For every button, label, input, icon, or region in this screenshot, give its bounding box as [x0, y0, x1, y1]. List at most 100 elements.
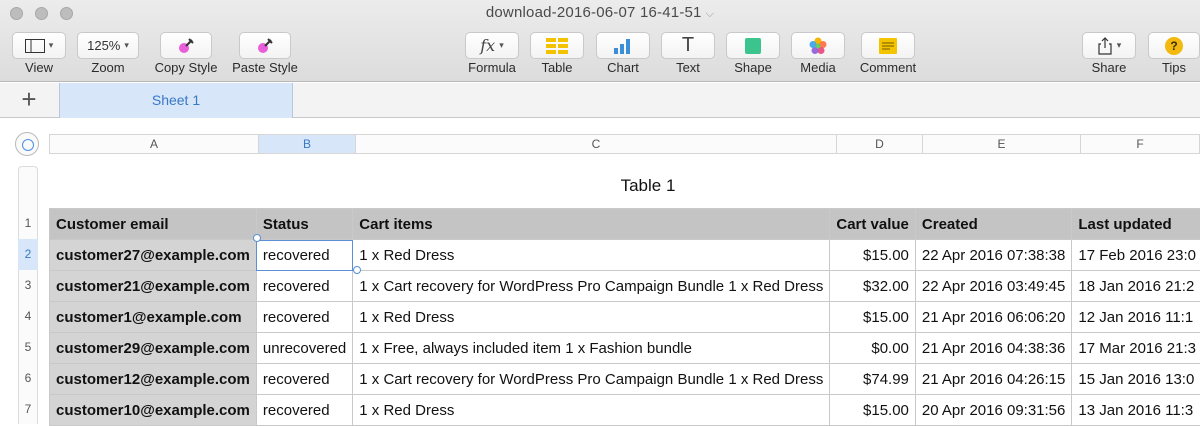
zoom-value: 125%: [87, 38, 120, 53]
tips-label: Tips: [1147, 60, 1200, 75]
header-cell-last-updated[interactable]: Last updated: [1072, 209, 1200, 240]
cell-email[interactable]: customer10@example.com: [50, 395, 257, 426]
cell-last-updated[interactable]: 17 Feb 2016 23:0: [1072, 240, 1200, 271]
table-header-row: Customer email Status Cart items Cart va…: [50, 209, 1200, 240]
comment-button[interactable]: Comment: [853, 32, 923, 75]
zoom-label: Zoom: [77, 60, 139, 75]
cell-cart-value[interactable]: $15.00: [830, 395, 916, 426]
cell-created[interactable]: 21 Apr 2016 06:06:20: [915, 302, 1071, 333]
cell-cart-items[interactable]: 1 x Free, always included item 1 x Fashi…: [353, 333, 830, 364]
table-button[interactable]: Table: [530, 32, 584, 75]
cell-status-selected[interactable]: recovered: [256, 240, 352, 271]
cell-status[interactable]: recovered: [256, 271, 352, 302]
cell-created[interactable]: 20 Apr 2016 09:31:56: [915, 395, 1071, 426]
cell-email[interactable]: customer1@example.com: [50, 302, 257, 333]
column-header-c[interactable]: C: [356, 135, 837, 153]
cell-created[interactable]: 22 Apr 2016 03:49:45: [915, 271, 1071, 302]
text-icon: T: [682, 34, 694, 57]
window-toolbar: download-2016-06-07 16-41-51 ⌵ ▾ View 125…: [0, 0, 1200, 82]
bar-chart-icon: [612, 38, 634, 54]
cell-email[interactable]: customer12@example.com: [50, 364, 257, 395]
eyedropper-fill-icon: [256, 37, 274, 55]
header-cell-created[interactable]: Created: [915, 209, 1071, 240]
media-label: Media: [791, 60, 845, 75]
copy-style-button[interactable]: Copy Style: [150, 32, 222, 75]
cell-status[interactable]: recovered: [256, 364, 352, 395]
column-header-b[interactable]: B: [259, 135, 356, 153]
formula-button[interactable]: fx ▾ Formula: [464, 32, 520, 75]
selection-handle-top-left[interactable]: [253, 234, 261, 242]
cell-cart-value[interactable]: $0.00: [830, 333, 916, 364]
column-header-e[interactable]: E: [923, 135, 1081, 153]
cell-cart-items[interactable]: 1 x Cart recovery for WordPress Pro Camp…: [353, 271, 830, 302]
row-header-1[interactable]: 1: [18, 216, 38, 230]
cell-cart-items[interactable]: 1 x Red Dress: [353, 240, 830, 271]
row-header-4[interactable]: 4: [18, 309, 38, 323]
chevron-down-icon: ⌵: [706, 8, 715, 20]
cell-status[interactable]: unrecovered: [256, 333, 352, 364]
cell-email[interactable]: customer29@example.com: [50, 333, 257, 364]
row-header-3[interactable]: 3: [18, 278, 38, 292]
share-button[interactable]: ▾ Share: [1082, 32, 1136, 75]
cell-created[interactable]: 22 Apr 2016 07:38:38: [915, 240, 1071, 271]
column-header-d[interactable]: D: [837, 135, 923, 153]
table-row: customer12@example.com recovered 1 x Car…: [50, 364, 1200, 395]
comment-label: Comment: [853, 60, 923, 75]
selection-handle-bottom-right[interactable]: [353, 266, 361, 274]
row-header-6[interactable]: 6: [18, 371, 38, 385]
text-button[interactable]: T Text: [661, 32, 715, 75]
cell-cart-items[interactable]: 1 x Red Dress: [353, 302, 830, 333]
document-title[interactable]: download-2016-06-07 16-41-51 ⌵: [0, 4, 1200, 21]
column-header-a[interactable]: A: [50, 135, 259, 153]
header-cell-customer-email[interactable]: Customer email: [50, 209, 257, 240]
cell-last-updated[interactable]: 13 Jan 2016 11:3: [1072, 395, 1200, 426]
view-sidebar-icon: [25, 39, 45, 53]
tips-button[interactable]: ? Tips: [1147, 32, 1200, 75]
cell-cart-items[interactable]: 1 x Red Dress: [353, 395, 830, 426]
row-header-7[interactable]: 7: [18, 402, 38, 416]
header-cell-cart-value[interactable]: Cart value: [830, 209, 916, 240]
shape-button[interactable]: Shape: [726, 32, 780, 75]
cell-status[interactable]: recovered: [256, 395, 352, 426]
cell-cart-value[interactable]: $74.99: [830, 364, 916, 395]
chart-button[interactable]: Chart: [596, 32, 650, 75]
cell-email[interactable]: customer21@example.com: [50, 271, 257, 302]
header-cell-cart-items[interactable]: Cart items: [353, 209, 830, 240]
cell-created[interactable]: 21 Apr 2016 04:38:36: [915, 333, 1071, 364]
media-button[interactable]: Media: [791, 32, 845, 75]
cell-status[interactable]: recovered: [256, 302, 352, 333]
view-button[interactable]: ▾ View: [12, 32, 66, 75]
view-label: View: [12, 60, 66, 75]
formula-label: Formula: [464, 60, 520, 75]
paste-style-button[interactable]: Paste Style: [228, 32, 302, 75]
cell-created[interactable]: 21 Apr 2016 04:26:15: [915, 364, 1071, 395]
row-header-5[interactable]: 5: [18, 340, 38, 354]
document-title-text: download-2016-06-07 16-41-51: [486, 4, 702, 21]
cell-last-updated[interactable]: 15 Jan 2016 13:0: [1072, 364, 1200, 395]
header-cell-status[interactable]: Status: [256, 209, 352, 240]
tab-sheet-1[interactable]: Sheet 1: [59, 83, 293, 118]
row-header-2[interactable]: 2: [18, 239, 38, 270]
eyedropper-icon: [177, 37, 195, 55]
cell-cart-value[interactable]: $15.00: [830, 302, 916, 333]
column-header-f[interactable]: F: [1081, 135, 1199, 153]
cell-cart-value[interactable]: $32.00: [830, 271, 916, 302]
zoom-button[interactable]: 125% ▾ Zoom: [77, 32, 139, 75]
function-icon: fx: [480, 36, 495, 55]
add-sheet-button[interactable]: +: [14, 87, 44, 113]
cell-last-updated[interactable]: 12 Jan 2016 11:1: [1072, 302, 1200, 333]
shape-label: Shape: [726, 60, 780, 75]
table-title[interactable]: Table 1: [0, 176, 1200, 196]
cell-last-updated[interactable]: 17 Mar 2016 21:3: [1072, 333, 1200, 364]
share-label: Share: [1082, 60, 1136, 75]
chevron-down-icon: ▾: [124, 40, 129, 51]
cell-email[interactable]: customer27@example.com: [50, 240, 257, 271]
select-all-button[interactable]: [15, 132, 39, 156]
table-row: customer29@example.com unrecovered 1 x F…: [50, 333, 1200, 364]
table-row: customer10@example.com recovered 1 x Red…: [50, 395, 1200, 426]
cell-cart-value[interactable]: $15.00: [830, 240, 916, 271]
cell-last-updated[interactable]: 18 Jan 2016 21:2: [1072, 271, 1200, 302]
text-label: Text: [661, 60, 715, 75]
cell-cart-items[interactable]: 1 x Cart recovery for WordPress Pro Camp…: [353, 364, 830, 395]
comment-icon: [878, 37, 898, 55]
